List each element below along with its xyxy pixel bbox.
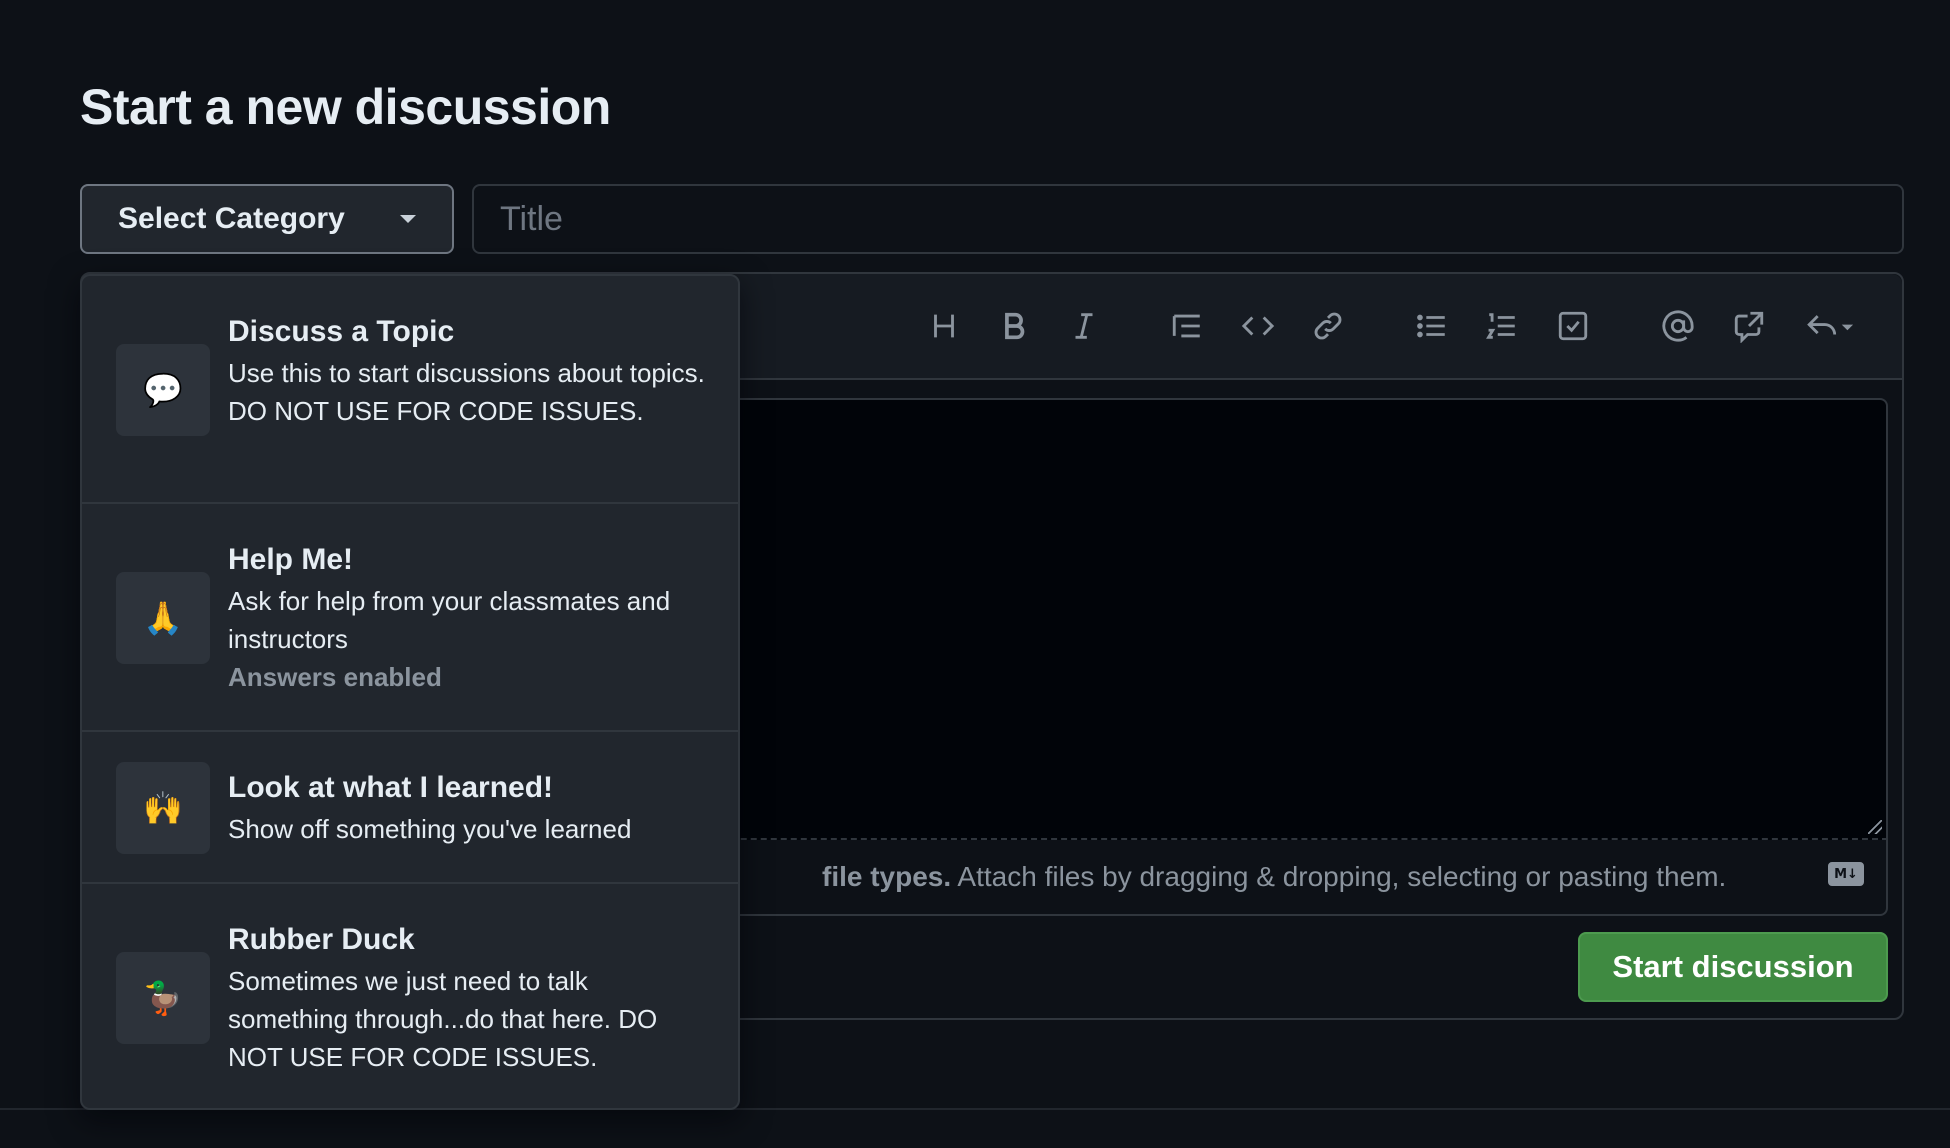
category-description: Ask for help from your classmates and in… [228,586,671,654]
link-icon[interactable] [1306,304,1350,348]
category-option-help-me[interactable]: 🙏 Help Me! Ask for help from your classm… [82,504,738,732]
task-list-icon[interactable] [1551,304,1595,348]
category-name: Look at what I learned! [228,771,554,804]
category-option-discuss-a-topic[interactable]: 💬 Discuss a Topic Use this to start disc… [82,276,738,504]
raising-hands-icon: 🙌 [116,762,210,854]
answers-enabled-label: Answers enabled [228,662,442,692]
title-input[interactable] [472,184,1904,254]
markdown-icon[interactable]: M↓ [1828,862,1864,886]
category-dropdown-menu: 💬 Discuss a Topic Use this to start disc… [80,274,740,1110]
select-category-label: Select Category [118,202,345,235]
heading-icon[interactable] [922,304,966,348]
select-category-button[interactable]: Select Category [80,184,454,254]
unordered-list-icon[interactable] [1410,304,1454,348]
category-name: Rubber Duck [228,923,415,956]
category-description: Use this to start discussions about topi… [228,358,705,426]
attachment-instructions: Attach files by dragging & dropping, sel… [957,861,1727,892]
page-title: Start a new discussion [80,79,611,135]
code-icon[interactable] [1236,304,1280,348]
ordered-list-icon[interactable] [1480,304,1524,348]
speech-bubble-icon: 💬 [116,344,210,436]
attachment-hint: file types. Attach files by dragging & d… [822,861,1726,893]
category-option-rubber-duck[interactable]: 🦆 Rubber Duck Sometimes we just need to … [82,884,738,1108]
category-name: Discuss a Topic [228,315,455,348]
category-name: Help Me! [228,543,354,576]
category-description: Sometimes we just need to talk something… [228,966,658,1072]
folded-hands-icon: 🙏 [116,572,210,664]
mention-icon[interactable] [1656,304,1700,348]
attachment-file-types: file types. [822,861,952,892]
category-option-look-at-what-i-learned[interactable]: 🙌 Look at what I learned! Show off somet… [82,732,738,884]
italic-icon[interactable] [1062,304,1106,348]
chevron-down-icon [400,215,416,223]
reply-icon[interactable] [1794,304,1864,348]
quote-icon[interactable] [1165,304,1209,348]
reference-icon[interactable] [1727,304,1771,348]
resize-handle[interactable] [1868,820,1882,834]
start-discussion-button[interactable]: Start discussion [1578,932,1888,1002]
duck-icon: 🦆 [116,952,210,1044]
bold-icon[interactable] [992,304,1036,348]
category-description: Show off something you've learned [228,814,632,844]
